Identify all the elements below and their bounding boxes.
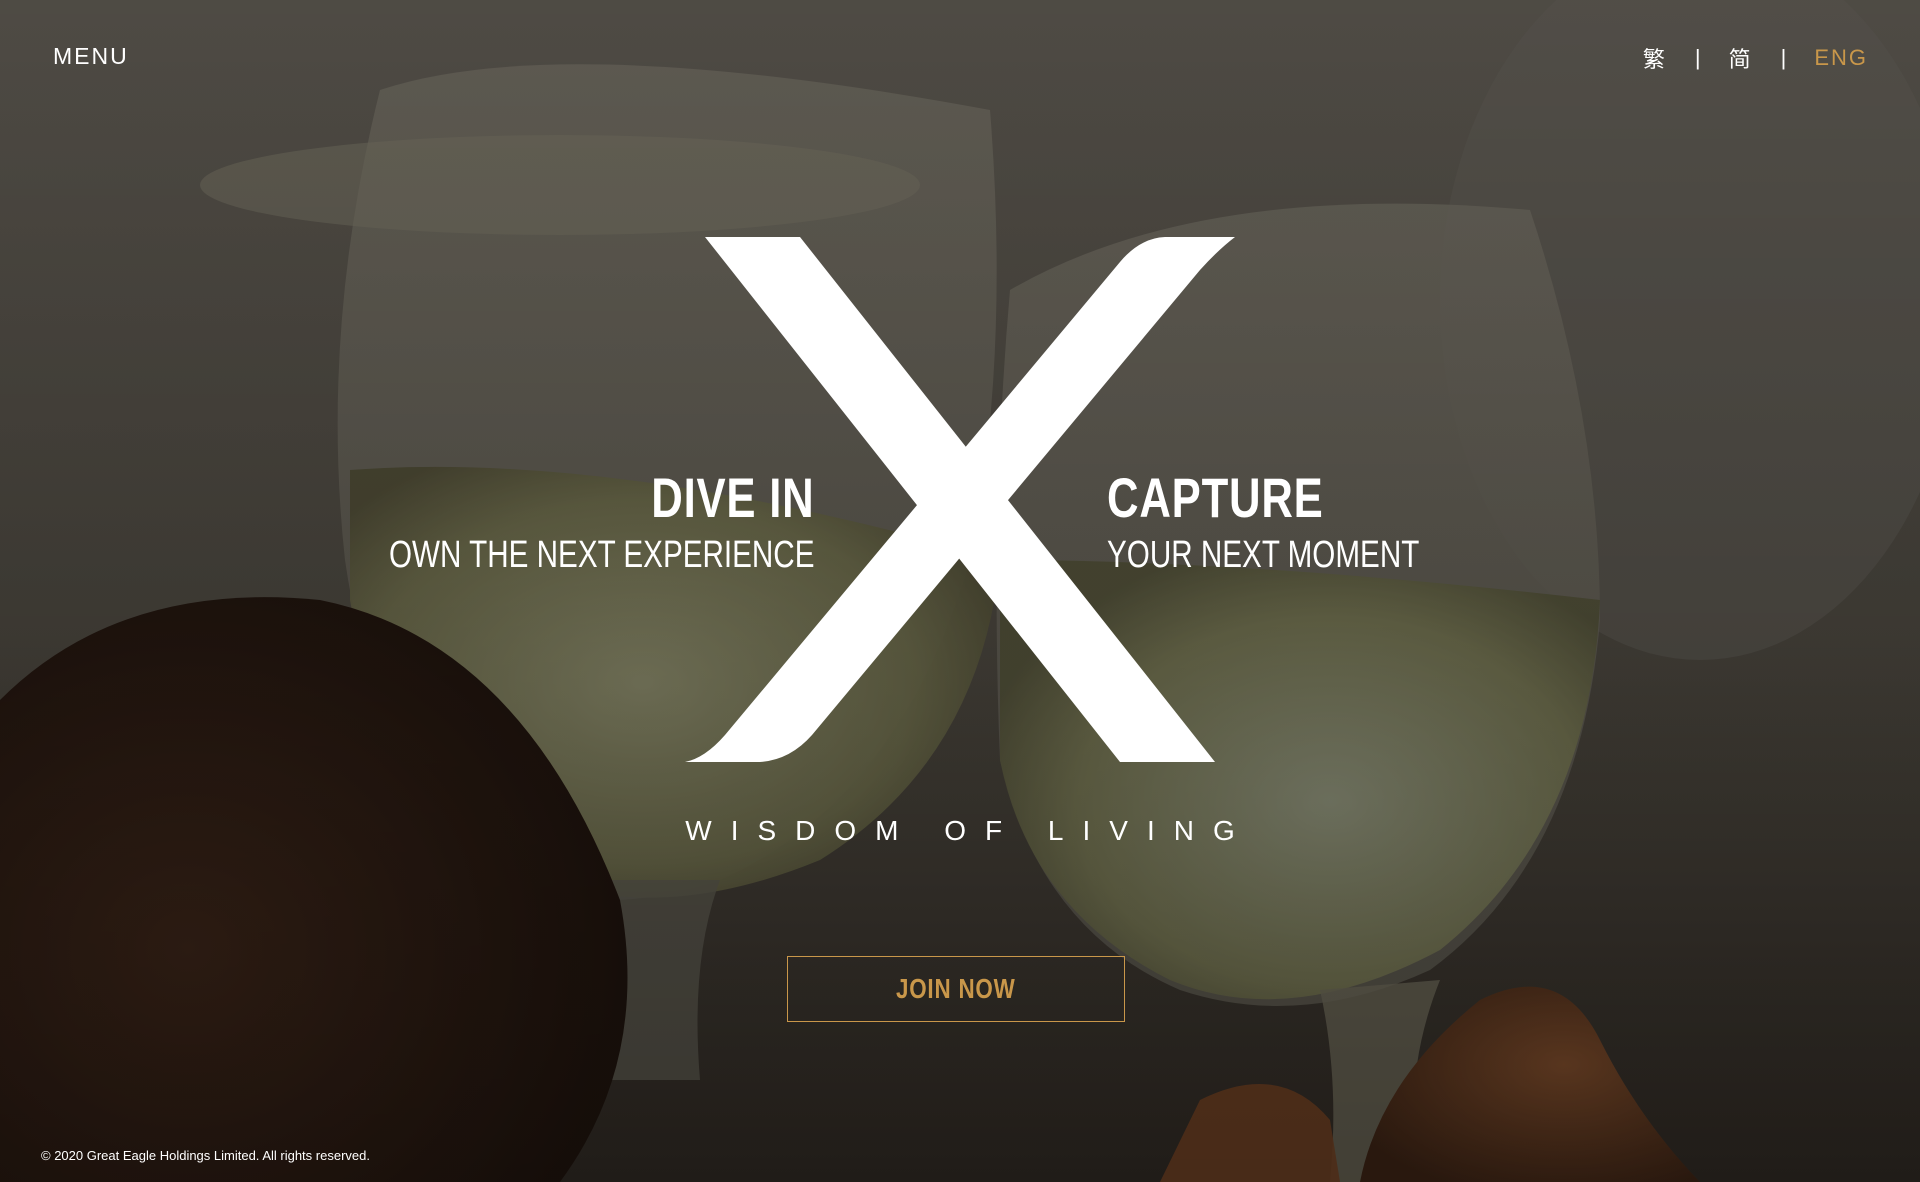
hero-section: MENU 繁 | 简 | ENG DIVE IN OWN THE NEXT EX… [0, 0, 1920, 1182]
lang-traditional-chinese[interactable]: 繁 [1643, 42, 1667, 74]
hero-right-subtitle: YOUR NEXT MOMENT [1107, 534, 1420, 576]
join-now-button[interactable]: JOIN NOW [787, 956, 1125, 1022]
copyright-text: © 2020 Great Eagle Holdings Limited. All… [41, 1148, 370, 1163]
hero-right-title: CAPTURE [1107, 466, 1324, 529]
hero-left-subtitle: OWN THE NEXT EXPERIENCE [388, 534, 814, 576]
lang-separator: | [1780, 45, 1787, 70]
menu-button[interactable]: MENU [53, 43, 129, 70]
hero-left-title: DIVE IN [650, 466, 814, 529]
lang-english[interactable]: ENG [1814, 45, 1868, 71]
lang-simplified-chinese[interactable]: 简 [1729, 42, 1753, 74]
brand-tagline: WISDOM OF LIVING [685, 815, 1254, 846]
hero-left-block: DIVE IN OWN THE NEXT EXPERIENCE [269, 470, 814, 578]
join-now-label: JOIN NOW [896, 973, 1016, 1004]
hero-right-block: CAPTURE YOUR NEXT MOMENT [1107, 470, 1507, 578]
lang-separator: | [1694, 45, 1701, 70]
language-switcher: 繁 | 简 | ENG [1643, 42, 1868, 74]
